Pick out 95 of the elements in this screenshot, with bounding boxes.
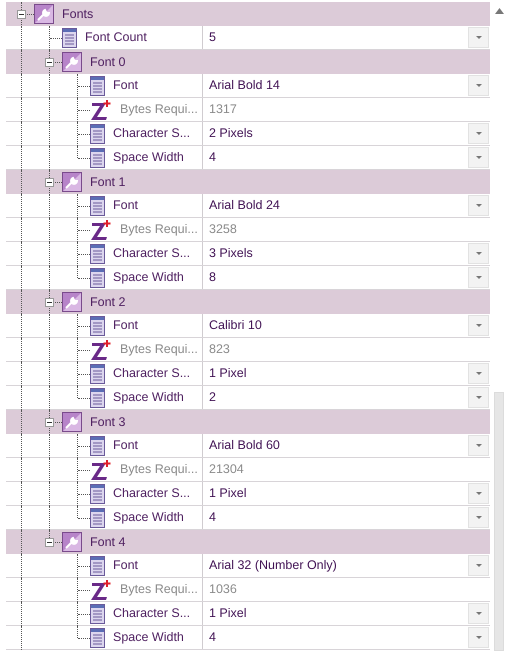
caret-icon (476, 492, 482, 495)
category-label: Font 3 (90, 414, 126, 431)
property-name: Character S... (113, 125, 190, 142)
property-value[interactable]: Arial 32 (Number Only) (209, 556, 468, 575)
expander[interactable] (45, 538, 54, 547)
dropdown-button[interactable] (468, 123, 489, 144)
caret-icon (476, 204, 482, 207)
property-value[interactable]: Calibri 10 (209, 316, 468, 335)
property-name: Space Width (113, 269, 184, 286)
dropdown-button[interactable] (468, 363, 489, 384)
expander[interactable] (45, 298, 54, 307)
dropdown-button[interactable] (468, 195, 489, 216)
property-value[interactable]: 4 (209, 508, 468, 527)
dropdown-button[interactable] (468, 627, 489, 648)
property-value[interactable]: Arial Bold 24 (209, 196, 468, 215)
expander[interactable] (45, 178, 54, 187)
property-name: Space Width (113, 509, 184, 526)
dropdown-button[interactable] (468, 267, 489, 288)
property-name: Bytes Requi... (120, 101, 198, 118)
property-value[interactable]: Arial Bold 14 (209, 76, 468, 95)
dropdown-button[interactable] (468, 507, 489, 528)
dropdown-button[interactable] (468, 603, 489, 624)
dropdown-button[interactable] (468, 387, 489, 408)
property-name: Space Width (113, 149, 184, 166)
caret-icon (476, 84, 482, 87)
property-name: Bytes Requi... (120, 341, 198, 358)
caret-icon (476, 636, 482, 639)
wrench-folder-icon (62, 52, 82, 72)
property-value[interactable]: 4 (209, 628, 468, 647)
minus-icon (46, 539, 53, 546)
dropdown-button[interactable] (468, 75, 489, 96)
caret-icon (476, 516, 482, 519)
category-label: Font 2 (90, 294, 126, 311)
wrench-folder-icon (62, 532, 82, 552)
category-label: Fonts (62, 6, 94, 23)
caret-icon (476, 276, 482, 279)
minus-icon (46, 299, 53, 306)
property-name: Font (113, 317, 138, 334)
property-name: Bytes Requi... (120, 461, 198, 478)
property-name: Character S... (113, 485, 190, 502)
property-name: Character S... (113, 365, 190, 382)
caret-icon (476, 396, 482, 399)
property-value[interactable]: 5 (209, 28, 468, 47)
property-name: Font (113, 77, 138, 94)
caret-icon (476, 324, 482, 327)
property-value[interactable]: 1 Pixel (209, 364, 468, 383)
caret-icon (476, 156, 482, 159)
caret-icon (476, 252, 482, 255)
property-name: Font (113, 197, 138, 214)
property-name: Bytes Requi... (120, 581, 198, 598)
property-name: Space Width (113, 389, 184, 406)
caret-icon (476, 132, 482, 135)
property-name: Font (113, 557, 138, 574)
expander[interactable] (45, 418, 54, 427)
property-value[interactable]: 1 Pixel (209, 604, 468, 623)
wrench-folder-icon (62, 292, 82, 312)
caret-icon (476, 36, 482, 39)
wrench-folder-icon (62, 412, 82, 432)
dropdown-button[interactable] (468, 243, 489, 264)
scroll-up-icon[interactable] (495, 8, 504, 14)
dropdown-button[interactable] (468, 315, 489, 336)
dropdown-button[interactable] (468, 435, 489, 456)
minus-icon (46, 419, 53, 426)
minus-icon (46, 179, 53, 186)
caret-icon (476, 372, 482, 375)
property-value[interactable]: 2 Pixels (209, 124, 468, 143)
category-label: Font 4 (90, 534, 126, 551)
dropdown-button[interactable] (468, 27, 489, 48)
expander[interactable] (45, 58, 54, 67)
caret-icon (476, 612, 482, 615)
minus-icon (18, 11, 25, 18)
property-value[interactable]: 1 Pixel (209, 484, 468, 503)
property-name: Space Width (113, 629, 184, 646)
wrench-folder-icon (62, 172, 82, 192)
dropdown-button[interactable] (468, 483, 489, 504)
property-value[interactable]: 8 (209, 268, 468, 287)
expander[interactable] (17, 10, 26, 19)
scrollbar-thumb[interactable] (494, 392, 504, 651)
dropdown-button[interactable] (468, 147, 489, 168)
property-value[interactable]: 2 (209, 388, 468, 407)
property-name: Font (113, 437, 138, 454)
property-name: Character S... (113, 605, 190, 622)
wrench-folder-icon (34, 4, 54, 24)
category-label: Font 0 (90, 54, 126, 71)
minus-icon (46, 59, 53, 66)
property-value[interactable]: Arial Bold 60 (209, 436, 468, 455)
category-label: Font 1 (90, 174, 126, 191)
property-value[interactable]: 4 (209, 148, 468, 167)
caret-icon (476, 444, 482, 447)
property-value[interactable]: 3 Pixels (209, 244, 468, 263)
property-name: Font Count (85, 29, 147, 46)
property-name: Character S... (113, 245, 190, 262)
dropdown-button[interactable] (468, 555, 489, 576)
caret-icon (476, 564, 482, 567)
property-name: Bytes Requi... (120, 221, 198, 238)
